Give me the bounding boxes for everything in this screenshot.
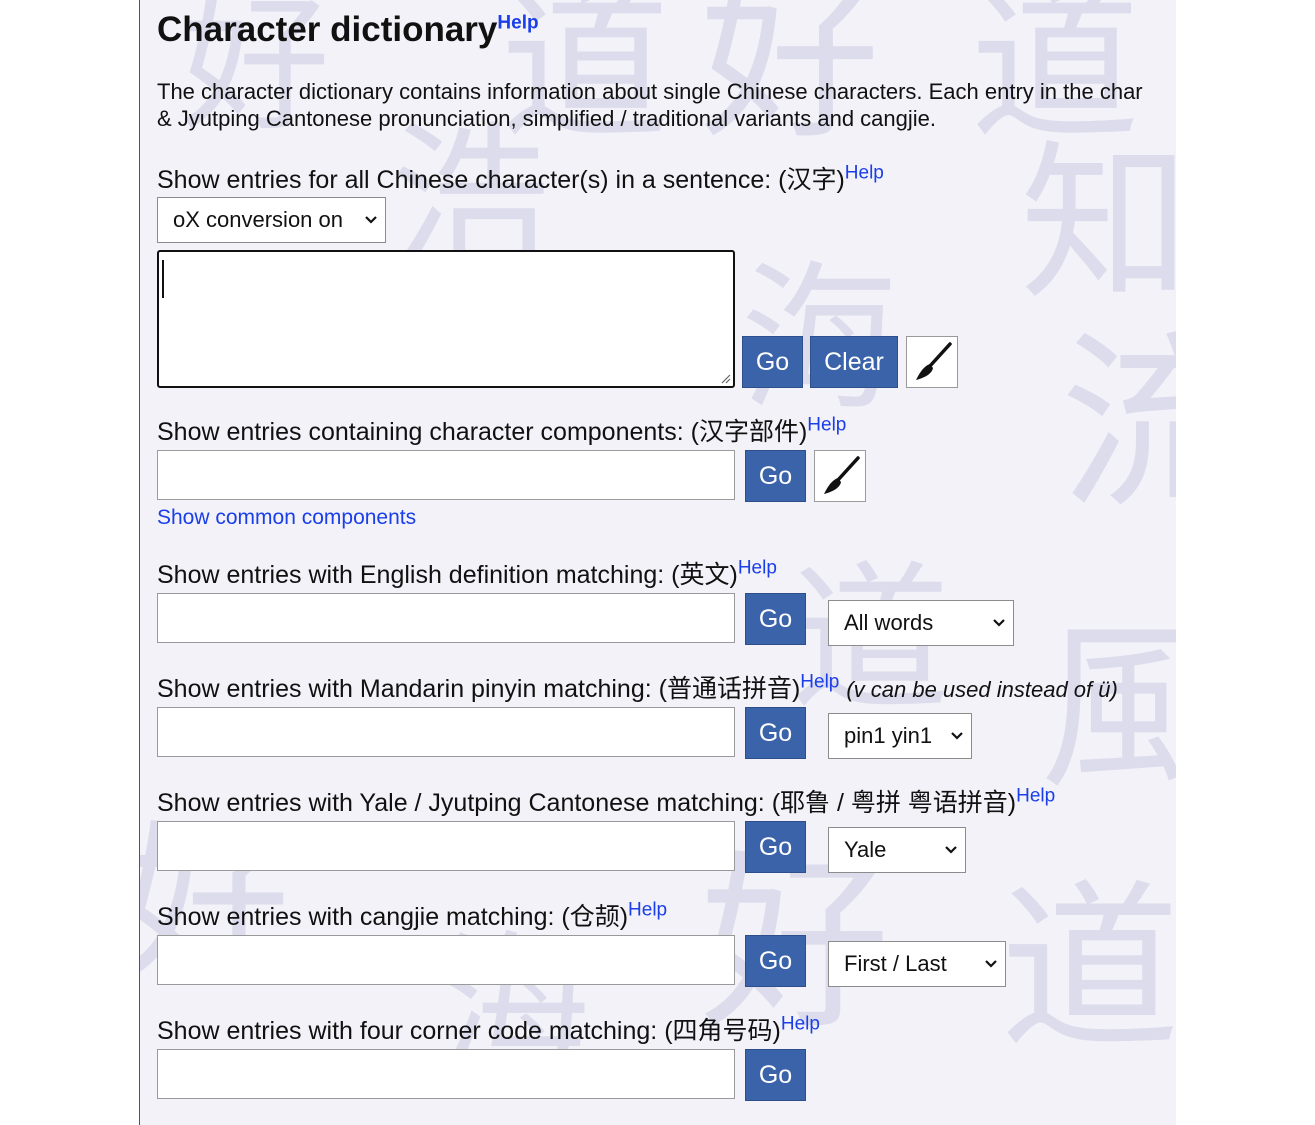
intro-line-2: & Jyutping Cantonese pronunciation, simp… <box>157 106 937 131</box>
components-help-link[interactable]: Help <box>807 415 846 436</box>
sentence-help-link[interactable]: Help <box>845 163 884 184</box>
components-label-text: Show entries containing character compon… <box>157 418 808 446</box>
english-label: Show entries with English definition mat… <box>157 555 777 591</box>
resize-grip-icon[interactable] <box>719 372 731 384</box>
sentence-go-button[interactable]: Go <box>742 336 803 388</box>
fourcorner-help-link[interactable]: Help <box>781 1014 820 1035</box>
cangjie-go-button[interactable]: Go <box>745 935 806 987</box>
chevron-down-icon <box>943 731 971 741</box>
cangjie-mode-select[interactable]: First / Last <box>828 941 1006 987</box>
text-caret <box>162 260 164 298</box>
cantonese-format-select[interactable]: Yale <box>828 827 966 873</box>
pinyin-format-select-value: pin1 yin1 <box>844 723 933 748</box>
cantonese-label: Show entries with Yale / Jyutping Canton… <box>157 783 1055 819</box>
pinyin-format-select[interactable]: pin1 yin1 <box>828 713 972 759</box>
cantonese-label-text: Show entries with Yale / Jyutping Canton… <box>157 789 1017 817</box>
cantonese-format-select-value: Yale <box>844 837 887 862</box>
intro-text: The character dictionary contains inform… <box>157 78 1143 132</box>
pinyin-go-button[interactable]: Go <box>745 707 806 759</box>
fourcorner-label-text: Show entries with four corner code match… <box>157 1017 781 1045</box>
cangjie-label: Show entries with cangjie matching: (仓颉)… <box>157 897 667 933</box>
handwriting-button[interactable] <box>906 336 958 388</box>
pinyin-input[interactable] <box>157 707 735 757</box>
sentence-label-text: Show entries for all Chinese character(s… <box>157 166 845 194</box>
chevron-down-icon <box>937 845 965 855</box>
sentence-clear-button[interactable]: Clear <box>810 336 898 388</box>
english-match-select-value: All words <box>844 610 934 635</box>
calligraphy-watermark-8: 流 <box>1060 330 1176 520</box>
pinyin-help-link[interactable]: Help <box>800 672 839 693</box>
fourcorner-label: Show entries with four corner code match… <box>157 1011 820 1047</box>
dictionary-panel: 好 道 好 道 浩 海 知 流 道 風 好 好 道 海 Character di… <box>139 0 1176 1125</box>
chevron-down-icon <box>357 215 385 225</box>
calligraphy-watermark-7: 知 <box>1020 126 1176 324</box>
cangjie-input[interactable] <box>157 935 735 985</box>
pinyin-note: (v can be used instead of ü) <box>846 677 1118 702</box>
english-go-button[interactable]: Go <box>745 593 806 645</box>
cangjie-help-link[interactable]: Help <box>628 900 667 921</box>
intro-line-1: The character dictionary contains inform… <box>157 79 1143 104</box>
cangjie-mode-select-value: First / Last <box>844 951 947 976</box>
page-title: Character dictionaryHelp <box>157 10 539 50</box>
english-help-link[interactable]: Help <box>738 558 777 579</box>
cantonese-help-link[interactable]: Help <box>1016 786 1055 807</box>
components-go-button[interactable]: Go <box>745 450 806 502</box>
components-handwriting-button[interactable] <box>814 450 866 502</box>
pinyin-label: Show entries with Mandarin pinyin matchi… <box>157 669 1118 705</box>
chevron-down-icon <box>985 618 1013 628</box>
page-title-text: Character dictionary <box>157 10 498 49</box>
calligraphy-watermark-13: 道 <box>1000 865 1176 1074</box>
chevron-down-icon <box>977 959 1005 969</box>
english-input[interactable] <box>157 593 735 643</box>
cantonese-go-button[interactable]: Go <box>745 821 806 873</box>
sentence-label: Show entries for all Chinese character(s… <box>157 160 884 196</box>
calligraphy-watermark-10: 風 <box>1040 620 1176 800</box>
cantonese-input[interactable] <box>157 821 735 871</box>
pinyin-label-text: Show entries with Mandarin pinyin matchi… <box>157 675 801 703</box>
english-label-text: Show entries with English definition mat… <box>157 561 738 589</box>
english-match-select[interactable]: All words <box>828 600 1014 646</box>
title-help-link[interactable]: Help <box>497 12 538 33</box>
brush-icon <box>916 342 952 380</box>
conversion-select-value: oX conversion on <box>173 207 343 232</box>
conversion-select[interactable]: oX conversion on <box>157 197 386 243</box>
cangjie-label-text: Show entries with cangjie matching: (仓颉) <box>157 903 629 931</box>
sentence-textarea[interactable] <box>157 250 735 388</box>
fourcorner-input[interactable] <box>157 1049 735 1099</box>
brush-icon <box>824 456 860 494</box>
components-label: Show entries containing character compon… <box>157 412 846 448</box>
fourcorner-go-button[interactable]: Go <box>745 1049 806 1101</box>
show-common-components-link[interactable]: Show common components <box>157 506 416 530</box>
components-input[interactable] <box>157 450 735 500</box>
